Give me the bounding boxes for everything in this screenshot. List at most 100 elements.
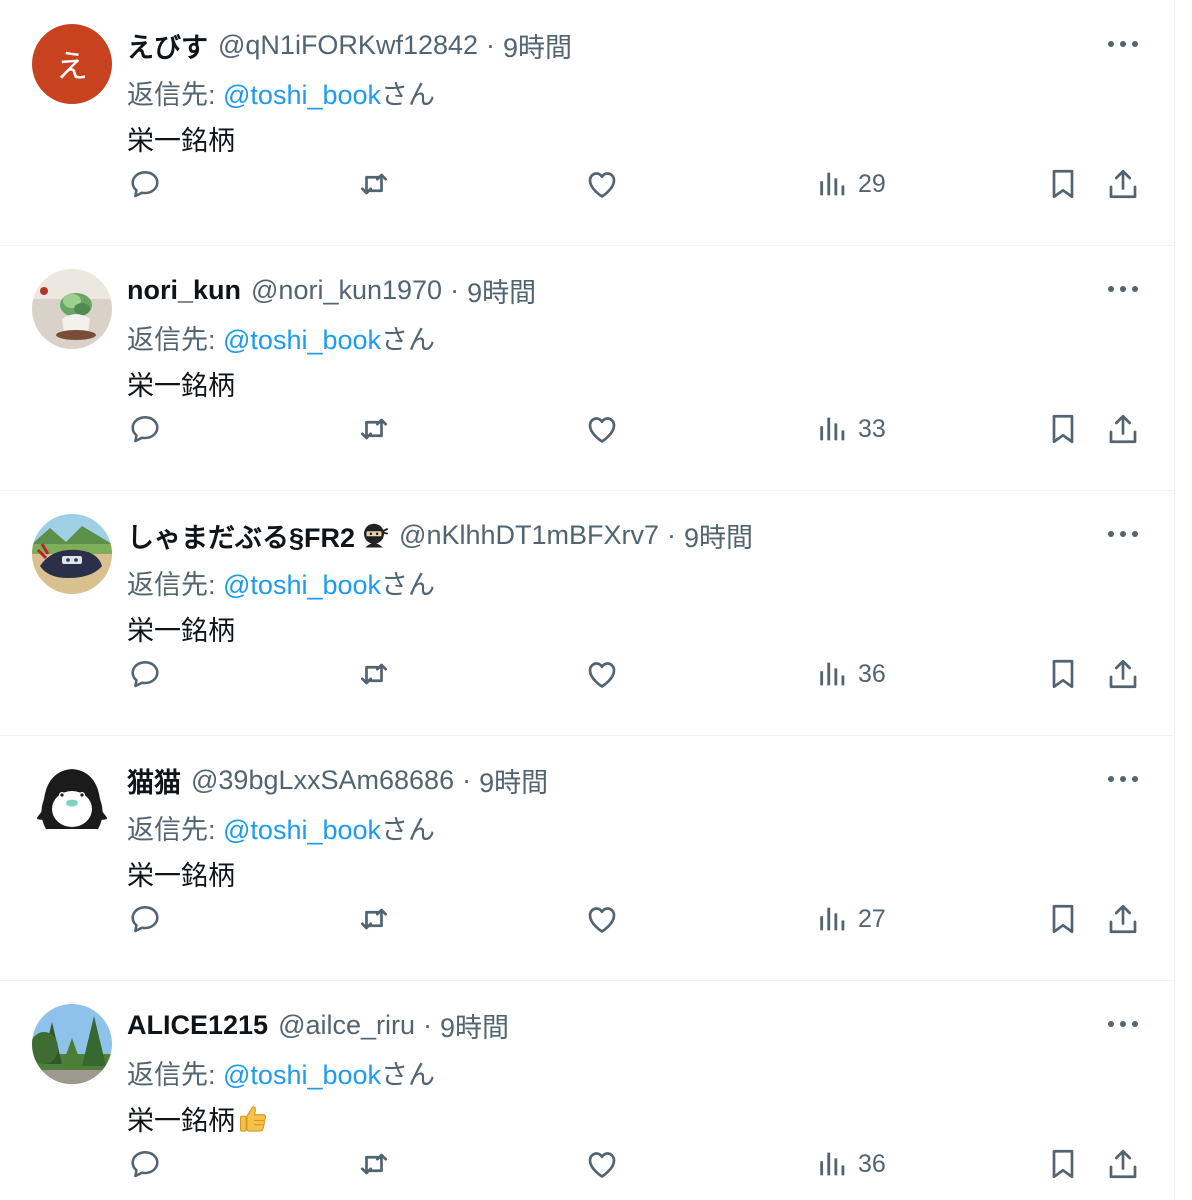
views-button[interactable]: 29 xyxy=(816,164,886,204)
user-handle[interactable]: @qN1iFORKwf12842 xyxy=(218,30,478,61)
views-button[interactable]: 33 xyxy=(816,409,886,449)
tweet-text-content: 栄一銘柄 xyxy=(127,371,235,401)
tweet-3[interactable]: しゃまだぶる§FR2 @nKlhhDT1mBFXrv7 · 9時間 返信先: @… xyxy=(0,490,1174,736)
views-button[interactable]: 36 xyxy=(816,654,886,694)
separator-dot: · xyxy=(486,29,496,60)
reply-mention-link[interactable]: @toshi_book xyxy=(223,815,381,845)
more-button[interactable] xyxy=(1104,518,1142,550)
like-button[interactable] xyxy=(584,1144,620,1184)
more-button[interactable] xyxy=(1104,273,1142,305)
user-handle[interactable]: @ailce_riru xyxy=(278,1010,415,1041)
reply-to-line: 返信先: @toshi_bookさん xyxy=(127,1053,435,1092)
separator-dot: · xyxy=(667,519,677,550)
more-button[interactable] xyxy=(1104,763,1142,795)
heart-icon xyxy=(588,907,616,933)
reply-suffix: さん xyxy=(381,815,436,845)
reply-suffix: さん xyxy=(381,570,436,600)
share-button[interactable] xyxy=(1104,164,1142,204)
separator-dot: · xyxy=(462,764,472,795)
avatar-image xyxy=(32,1004,112,1084)
more-button[interactable] xyxy=(1104,1008,1142,1040)
reply-button[interactable] xyxy=(127,654,163,694)
bookmark-icon xyxy=(1052,414,1074,444)
bookmark-button[interactable] xyxy=(1045,164,1081,204)
reply-icon xyxy=(131,1151,159,1178)
share-button[interactable] xyxy=(1104,409,1142,449)
display-name[interactable]: ALICE1215 xyxy=(127,1010,268,1041)
retweet-button[interactable] xyxy=(355,899,393,939)
timestamp[interactable]: 9時間 xyxy=(503,26,572,65)
retweet-button[interactable] xyxy=(355,654,393,694)
retweet-button[interactable] xyxy=(355,164,393,204)
tweet-2[interactable]: nori_kun @nori_kun1970 · 9時間 返信先: @toshi… xyxy=(0,245,1174,491)
more-icon xyxy=(1108,1021,1138,1027)
display-name[interactable]: nori_kun xyxy=(127,275,241,306)
like-button[interactable] xyxy=(584,899,620,939)
retweet-icon xyxy=(360,418,388,440)
reply-mention-link[interactable]: @toshi_book xyxy=(223,1060,381,1090)
avatar[interactable] xyxy=(32,269,112,349)
more-icon xyxy=(1108,776,1138,782)
timestamp[interactable]: 9時間 xyxy=(440,1006,509,1045)
avatar[interactable]: え xyxy=(32,24,112,104)
reply-prefix: 返信先: xyxy=(127,570,224,600)
display-name[interactable]: 猫猫 xyxy=(127,761,181,800)
tweet-text-content: 栄一銘柄 xyxy=(127,1106,235,1136)
share-icon xyxy=(1109,904,1137,934)
avatar[interactable] xyxy=(32,1004,112,1084)
retweet-button[interactable] xyxy=(355,409,393,449)
share-button[interactable] xyxy=(1104,899,1142,939)
retweet-button[interactable] xyxy=(355,1144,393,1184)
reply-button[interactable] xyxy=(127,164,163,204)
reply-prefix: 返信先: xyxy=(127,80,224,110)
retweet-icon xyxy=(360,663,388,685)
timestamp[interactable]: 9時間 xyxy=(467,271,536,310)
views-count: 29 xyxy=(858,169,886,198)
heart-icon xyxy=(588,662,616,688)
reply-button[interactable] xyxy=(127,409,163,449)
share-button[interactable] xyxy=(1104,1144,1142,1184)
like-button[interactable] xyxy=(584,164,620,204)
avatar[interactable] xyxy=(32,759,112,839)
share-icon xyxy=(1109,414,1137,444)
like-button[interactable] xyxy=(584,654,620,694)
avatar[interactable] xyxy=(32,514,112,594)
tweet-5[interactable]: ALICE1215 @ailce_riru · 9時間 返信先: @toshi_… xyxy=(0,980,1174,1200)
more-icon xyxy=(1108,531,1138,537)
display-name[interactable]: しゃまだぶる§FR2 xyxy=(127,516,355,555)
tweet-header: nori_kun @nori_kun1970 · 9時間 xyxy=(127,272,536,308)
views-count: 36 xyxy=(858,659,886,688)
share-button[interactable] xyxy=(1104,654,1142,694)
bookmark-button[interactable] xyxy=(1045,899,1081,939)
separator-dot: · xyxy=(423,1009,433,1040)
bookmark-icon xyxy=(1052,904,1074,934)
bookmark-button[interactable] xyxy=(1045,409,1081,449)
more-icon xyxy=(1108,286,1138,292)
views-button[interactable]: 27 xyxy=(816,899,886,939)
reply-mention-link[interactable]: @toshi_book xyxy=(223,325,381,355)
avatar-image xyxy=(32,759,112,839)
tweet-header: えびす @qN1iFORKwf12842 · 9時間 xyxy=(127,27,572,63)
more-button[interactable] xyxy=(1104,28,1142,60)
timestamp[interactable]: 9時間 xyxy=(479,761,548,800)
views-button[interactable]: 36 xyxy=(816,1144,886,1184)
timestamp[interactable]: 9時間 xyxy=(684,516,753,555)
bookmark-button[interactable] xyxy=(1045,654,1081,694)
user-handle[interactable]: @nKlhhDT1mBFXrv7 xyxy=(399,520,659,551)
reply-mention-link[interactable]: @toshi_book xyxy=(223,570,381,600)
display-name[interactable]: えびす xyxy=(127,26,208,65)
user-handle[interactable]: @nori_kun1970 xyxy=(251,275,442,306)
reply-button[interactable] xyxy=(127,899,163,939)
reply-mention-link[interactable]: @toshi_book xyxy=(223,80,381,110)
reply-to-line: 返信先: @toshi_bookさん xyxy=(127,73,435,112)
retweet-icon xyxy=(360,173,388,195)
tweet-text-content: 栄一銘柄 xyxy=(127,126,235,156)
reply-button[interactable] xyxy=(127,1144,163,1184)
reply-to-line: 返信先: @toshi_bookさん xyxy=(127,808,435,847)
bookmark-button[interactable] xyxy=(1045,1144,1081,1184)
user-handle[interactable]: @39bgLxxSAm68686 xyxy=(191,765,454,796)
tweet-1[interactable]: え えびす @qN1iFORKwf12842 · 9時間 返信先: @toshi… xyxy=(0,0,1174,246)
tweet-4[interactable]: 猫猫 @39bgLxxSAm68686 · 9時間 返信先: @toshi_bo… xyxy=(0,735,1174,981)
like-button[interactable] xyxy=(584,409,620,449)
tweet-header: しゃまだぶる§FR2 @nKlhhDT1mBFXrv7 · 9時間 xyxy=(127,517,753,553)
